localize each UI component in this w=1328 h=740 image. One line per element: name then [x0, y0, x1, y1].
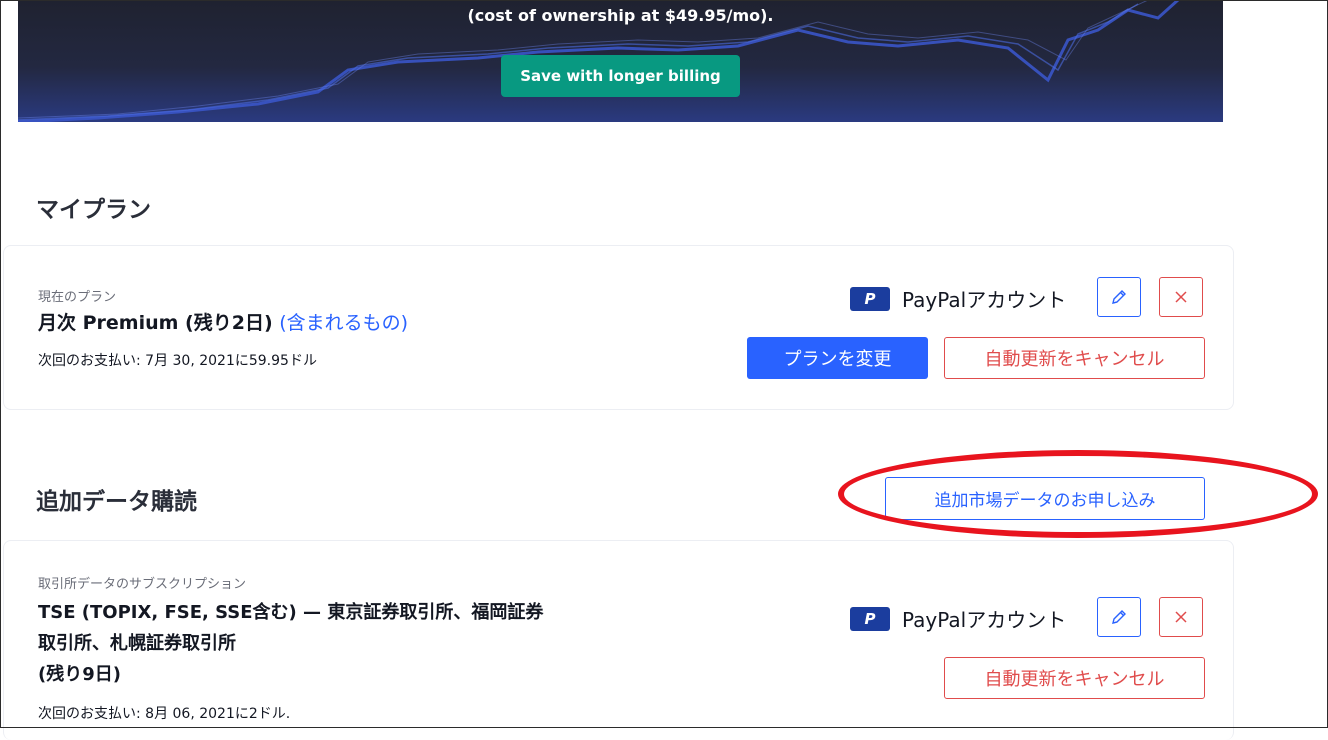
exchange-remove-payment-button[interactable]	[1159, 597, 1203, 637]
remove-payment-button[interactable]	[1159, 277, 1203, 317]
edit-payment-button[interactable]	[1097, 277, 1141, 317]
close-icon	[1175, 611, 1187, 623]
promo-banner: (cost of ownership at $49.95/mo). Save w…	[18, 0, 1223, 122]
add-market-data-button[interactable]: 追加市場データのお申し込み	[885, 477, 1205, 520]
exchange-name: TSE (TOPIX, FSE, SSE含む) — 東京証券取引所、福岡証券 取…	[38, 597, 543, 690]
exchange-edit-payment-button[interactable]	[1097, 597, 1141, 637]
exchange-name-line2: 取引所、札幌証券取引所	[38, 633, 236, 654]
payment-method-text: PayPalアカウント	[902, 288, 1067, 312]
exchange-subscription-label: 取引所データのサブスクリプション	[38, 577, 247, 592]
pencil-icon	[1112, 290, 1126, 304]
next-payment-text: 次回のお支払い: 7月 30, 2021に59.95ドル	[38, 353, 317, 369]
exchange-cancel-auto-renewal-button[interactable]: 自動更新をキャンセル	[944, 657, 1205, 699]
current-plan-label: 現在のプラン	[38, 290, 117, 305]
my-plan-title: マイプラン	[36, 197, 151, 223]
current-plan-card: 現在のプラン 月次 Premium (残り2日) (含まれるもの) 次回のお支払…	[3, 245, 1234, 410]
exchange-name-line1: TSE (TOPIX, FSE, SSE含む) — 東京証券取引所、福岡証券	[38, 602, 544, 623]
save-longer-billing-button[interactable]: Save with longer billing	[501, 55, 740, 97]
cancel-auto-renewal-button[interactable]: 自動更新をキャンセル	[944, 337, 1205, 379]
pencil-icon	[1112, 610, 1126, 624]
close-icon	[1175, 291, 1187, 303]
additional-data-title: 追加データ購読	[36, 489, 197, 515]
plan-name-text: 月次 Premium (残り2日)	[38, 312, 273, 334]
exchange-remaining: (残り9日)	[38, 664, 121, 685]
plan-name: 月次 Premium (残り2日) (含まれるもの)	[38, 308, 408, 335]
exchange-subscription-card: 取引所データのサブスクリプション TSE (TOPIX, FSE, SSE含む)…	[3, 540, 1234, 740]
paypal-icon: P	[850, 607, 890, 631]
change-plan-button[interactable]: プランを変更	[747, 337, 928, 379]
exchange-next-payment-text: 次回のお支払い: 8月 06, 2021に2ドル.	[38, 706, 291, 722]
plan-includes-link[interactable]: (含まれるもの)	[279, 312, 408, 334]
exchange-payment-method-text: PayPalアカウント	[902, 608, 1067, 632]
paypal-icon: P	[850, 287, 890, 311]
banner-text: (cost of ownership at $49.95/mo).	[467, 6, 774, 25]
